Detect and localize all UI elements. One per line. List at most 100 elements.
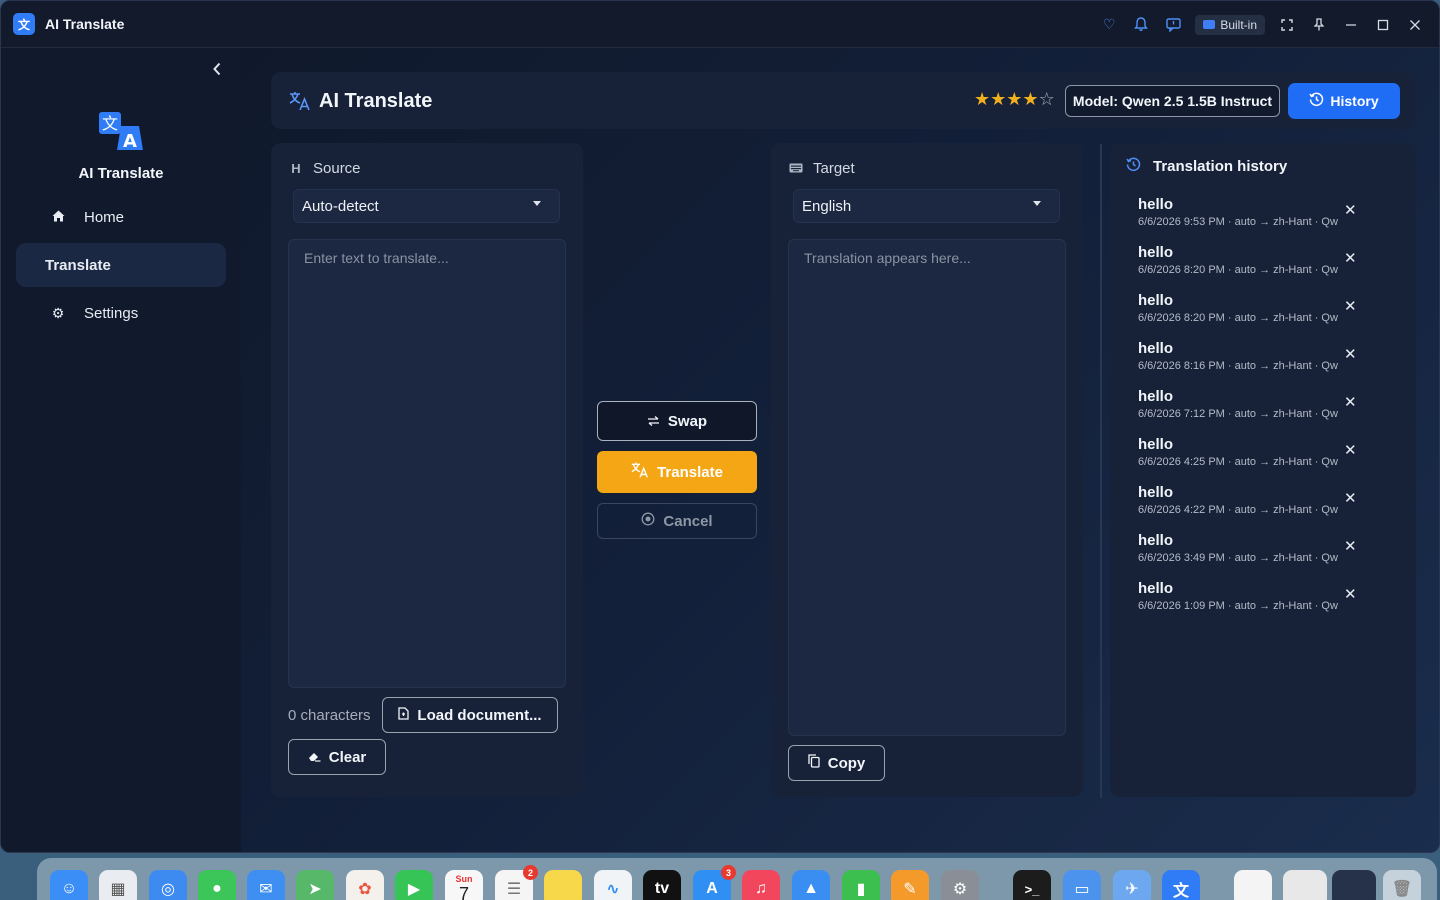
clear-button[interactable]: Clear	[288, 739, 386, 775]
close-icon[interactable]: ✕	[1344, 297, 1357, 315]
bell-icon[interactable]	[1125, 9, 1157, 41]
close-icon[interactable]: ✕	[1344, 249, 1357, 267]
history-item[interactable]: hello 6/6/2026 8:20 PM · auto → zh-Hant …	[1138, 244, 1388, 284]
launchpad-icon[interactable]: ▦	[99, 870, 137, 900]
history-item[interactable]: hello 6/6/2026 1:09 PM · auto → zh-Hant …	[1138, 580, 1388, 620]
rating-stars[interactable]: ★★★★☆	[974, 89, 1055, 110]
title-bar-controls: ♡ Built-in	[1093, 1, 1439, 48]
star-icon[interactable]: ★	[1006, 89, 1022, 109]
terminal-icon[interactable]: >_	[1013, 870, 1051, 900]
keynote-icon[interactable]: ▲	[792, 870, 830, 900]
fullscreen-icon[interactable]	[1271, 9, 1303, 41]
pages-icon[interactable]: ✎	[891, 870, 929, 900]
history-button[interactable]: History	[1288, 83, 1400, 119]
close-icon[interactable]	[1399, 9, 1431, 41]
history-panel: Translation history hello 6/6/2026 9:53 …	[1110, 143, 1416, 797]
safari-icon[interactable]: ◎	[149, 870, 187, 900]
maximize-icon[interactable]	[1367, 9, 1399, 41]
target-label: Target	[789, 160, 855, 177]
history-title-text: Translation history	[1153, 158, 1288, 175]
messages-icon[interactable]: ●	[198, 870, 236, 900]
ai-translate-dock-icon[interactable]: 文	[1162, 870, 1200, 900]
close-icon[interactable]: ✕	[1344, 489, 1357, 507]
swap-button[interactable]: Swap	[597, 401, 757, 441]
heart-icon[interactable]: ♡	[1093, 9, 1125, 41]
sidebar-item-settings[interactable]: ⚙ Settings	[16, 291, 226, 335]
model-selector-button[interactable]: Model: Qwen 2.5 1.5B Instruct	[1065, 85, 1280, 117]
music-icon[interactable]: ♫	[742, 870, 780, 900]
window-preview-icon[interactable]	[1283, 870, 1327, 900]
history-icon	[1309, 92, 1324, 110]
close-icon[interactable]: ✕	[1344, 537, 1357, 555]
history-item-meta: 6/6/2026 8:16 PM · auto → zh-Hant · Qwen	[1138, 360, 1338, 372]
history-title: Translation history	[1126, 157, 1287, 176]
history-item[interactable]: hello 6/6/2026 7:12 PM · auto → zh-Hant …	[1138, 388, 1388, 428]
target-language-select[interactable]: English	[793, 189, 1060, 223]
history-item[interactable]: hello 6/6/2026 8:16 PM · auto → zh-Hant …	[1138, 340, 1388, 380]
chevron-left-icon[interactable]	[206, 58, 228, 80]
copy-label: Copy	[827, 754, 866, 772]
tv-label: tv	[654, 880, 670, 897]
caret-down-icon	[1033, 201, 1041, 206]
translate-button[interactable]: Translate	[597, 451, 757, 493]
close-icon[interactable]: ✕	[1344, 345, 1357, 363]
history-item[interactable]: hello 6/6/2026 4:22 PM · auto → zh-Hant …	[1138, 484, 1388, 524]
gear-icon: ⚙	[51, 304, 65, 321]
history-item[interactable]: hello 6/6/2026 8:20 PM · auto → zh-Hant …	[1138, 292, 1388, 332]
app-window: 文 AI Translate ♡ Built-in 文 A AI Transla…	[0, 0, 1440, 853]
pin-icon[interactable]	[1303, 9, 1335, 41]
tv-icon[interactable]: tv	[643, 870, 681, 900]
load-document-button[interactable]: Load document...	[382, 697, 558, 733]
window-preview-icon[interactable]	[1332, 870, 1376, 900]
panel-divider[interactable]	[1100, 144, 1102, 798]
minimize-icon[interactable]	[1335, 9, 1367, 41]
sidebar-item-translate[interactable]: Translate	[16, 243, 226, 287]
sidebar-item-home[interactable]: Home	[16, 195, 226, 239]
close-icon[interactable]: ✕	[1344, 585, 1357, 603]
close-icon[interactable]: ✕	[1344, 441, 1357, 459]
source-placeholder: Enter text to translate...	[304, 250, 449, 266]
target-label-text: Target	[813, 160, 855, 177]
feedback-icon[interactable]	[1157, 9, 1189, 41]
trash-icon[interactable]: 🗑	[1383, 870, 1421, 900]
translate-label: Translate	[657, 463, 723, 481]
facetime-icon[interactable]: ▶	[395, 870, 433, 900]
source-language-select[interactable]: Auto-detect	[293, 189, 560, 223]
star-icon[interactable]: ★	[974, 89, 990, 109]
finder-icon[interactable]: ☺	[50, 870, 88, 900]
sidebar-item-label: Settings	[84, 304, 139, 322]
history-item[interactable]: hello 6/6/2026 9:53 PM · auto → zh-Hant …	[1138, 196, 1388, 236]
mail-icon[interactable]: ✉	[247, 870, 285, 900]
builtin-model-pill[interactable]: Built-in	[1195, 14, 1265, 35]
translation-output[interactable]: Translation appears here...	[788, 239, 1066, 736]
close-icon[interactable]: ✕	[1344, 201, 1357, 219]
folder-icon[interactable]: ▭	[1063, 870, 1101, 900]
reminders-icon[interactable]: ☰ 2	[495, 865, 538, 900]
copy-button[interactable]: Copy	[788, 745, 885, 781]
settings-icon[interactable]: ⚙	[941, 870, 979, 900]
history-item-meta: 6/6/2026 9:53 PM · auto → zh-Hant · Qwen	[1138, 216, 1338, 228]
cancel-button[interactable]: Cancel	[597, 503, 757, 539]
appstore-icon[interactable]: A 3	[693, 865, 736, 900]
testflight-icon[interactable]: ✈	[1113, 870, 1151, 900]
freeform-icon[interactable]: ∿	[594, 870, 632, 900]
calendar-day: Sun	[455, 873, 473, 884]
source-language-value: Auto-detect	[302, 197, 379, 215]
numbers-icon[interactable]: ▮	[842, 870, 880, 900]
document-preview-icon[interactable]	[1234, 870, 1272, 900]
star-icon[interactable]: ★	[990, 89, 1006, 109]
notes-icon[interactable]	[544, 870, 582, 900]
history-item[interactable]: hello 6/6/2026 4:25 PM · auto → zh-Hant …	[1138, 436, 1388, 476]
sidebar: 文 A AI Translate Home Translate ⚙ Settin…	[1, 48, 241, 852]
eraser-icon	[308, 749, 321, 766]
close-icon[interactable]: ✕	[1344, 393, 1357, 411]
source-text-input[interactable]: Enter text to translate...	[288, 239, 566, 688]
star-outline-icon[interactable]: ☆	[1039, 89, 1055, 109]
source-label: H Source	[289, 160, 360, 177]
photos-icon[interactable]: ✿	[346, 870, 384, 900]
calendar-icon[interactable]: Sun 7	[445, 870, 483, 900]
maps-icon[interactable]: ➤	[296, 870, 334, 900]
history-item[interactable]: hello 6/6/2026 3:49 PM · auto → zh-Hant …	[1138, 532, 1388, 572]
star-icon[interactable]: ★	[1022, 89, 1038, 109]
page-title: AI Translate	[319, 90, 433, 112]
